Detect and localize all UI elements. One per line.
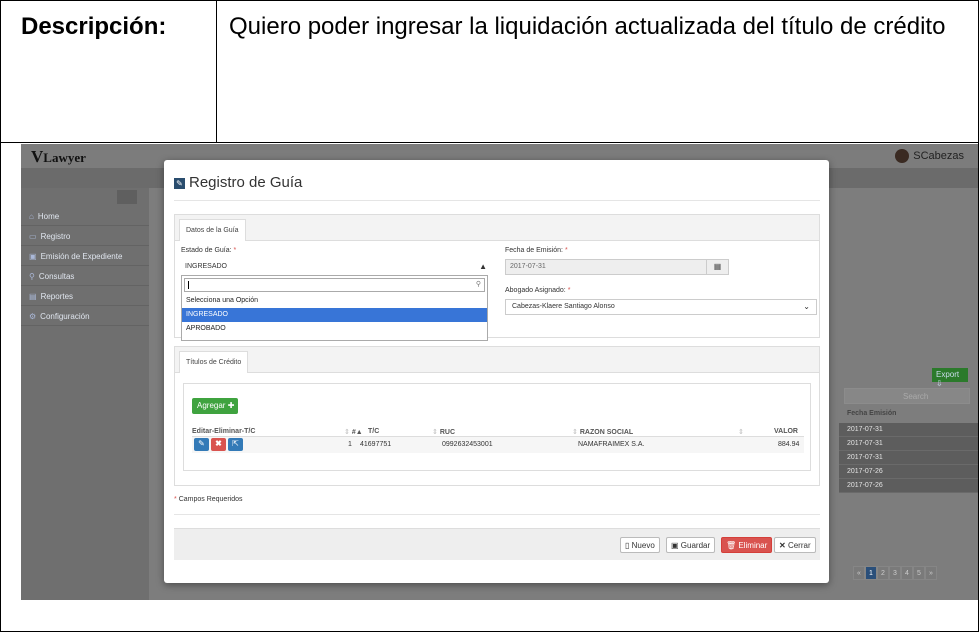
description-label: Descripción: <box>1 1 217 143</box>
abogado-select[interactable]: Cabezas-Klaere Santiago Alonso ⌄ <box>505 299 817 315</box>
cell-ruc: 0992632453001 <box>442 441 493 448</box>
pagination: « 1 2 3 4 5 » <box>853 566 937 580</box>
option-aprobado[interactable]: APROBADO <box>182 322 487 336</box>
modal-footer: ▯ Nuevo ▣ Guardar 🗑 Eliminar ✕ Cerrar <box>174 528 820 560</box>
table-search-input[interactable]: Search <box>844 388 970 404</box>
table-cell: 2017-07-31 <box>839 451 978 465</box>
user-menu[interactable]: SCabezas <box>895 149 964 163</box>
col-ruc[interactable]: ⇕ RUC <box>432 428 455 436</box>
keyboard-icon: ▭ <box>29 232 37 241</box>
campos-requeridos-note: * Campos Requeridos <box>174 496 243 503</box>
fecha-emision-input[interactable]: 2017-07-31 <box>505 259 707 275</box>
id-card-icon: ▣ <box>29 252 37 261</box>
page-prev[interactable]: « <box>853 566 865 580</box>
estado-select[interactable]: INGRESADO ▲ <box>181 259 493 275</box>
titulos-table-box: Agregar ✚ Editar-Eliminar-T/C ⇕ #▲ T/C ⇕ R… <box>183 383 811 471</box>
cell-razon-social: NAMAFRAIMEX S.A. <box>578 441 645 448</box>
search-icon: ⚲ <box>475 281 481 288</box>
sidebar-item-configuracion[interactable]: ⚙ Configuración <box>21 306 149 326</box>
trash-icon: 🗑 <box>726 541 737 550</box>
close-icon: ✕ <box>779 541 786 550</box>
document-table: Descripción: Quiero poder ingresar la li… <box>0 0 979 632</box>
text-cursor <box>188 281 189 289</box>
plus-icon: ✚ <box>227 401 235 410</box>
file-icon: ▯ <box>625 541 630 550</box>
titulos-credito-panel: Títulos de Crédito Agregar ✚ Editar-Elim… <box>174 346 820 486</box>
abogado-label: Abogado Asignado: * <box>505 287 571 294</box>
modal-title: ✎ Registro de Guía <box>174 174 302 191</box>
option-selecciona[interactable]: Selecciona una Opción <box>182 294 487 308</box>
calendar-icon[interactable]: ▦ <box>707 259 729 275</box>
tab-datos-guia[interactable]: Datos de la Guía <box>179 219 246 241</box>
col-editar[interactable]: Editar-Eliminar-T/C <box>192 428 255 435</box>
estado-label: Estado de Guía: * <box>181 247 237 254</box>
home-icon: ⌂ <box>29 212 34 221</box>
save-icon: ▣ <box>671 541 679 550</box>
cell-num: 1 <box>348 441 352 448</box>
sidebar: ⌂ Home ▭ Registro ▣ Emisión de Expediente ⚲… <box>21 188 149 600</box>
user-name: SCabezas <box>913 150 964 162</box>
col-valor[interactable]: ⇕ <box>738 428 746 436</box>
fecha-emision-header[interactable]: Fecha Emisión <box>839 410 978 422</box>
search-icon: ⚲ <box>29 272 35 281</box>
divider <box>174 200 820 201</box>
open-tc-button[interactable]: ⇱ <box>228 438 243 451</box>
tabs-strip: Títulos de Crédito <box>175 347 819 373</box>
edit-icon: ✎ <box>174 178 185 189</box>
chevron-up-icon: ▲ <box>479 262 487 271</box>
sidebar-toggle[interactable] <box>117 190 137 204</box>
table-row <box>192 437 804 453</box>
sidebar-item-emision[interactable]: ▣ Emisión de Expediente <box>21 246 149 266</box>
app-logo: VLawyer <box>31 147 86 166</box>
description-value: Quiero poder ingresar la liquidación act… <box>229 13 946 40</box>
col-razon-social[interactable]: ⇕ RAZON SOCIAL <box>572 428 633 436</box>
col-valor-label[interactable]: VALOR <box>774 428 798 435</box>
gear-icon: ⚙ <box>29 312 37 321</box>
option-ingresado[interactable]: INGRESADO <box>182 308 487 322</box>
avatar <box>895 149 910 163</box>
eliminar-button[interactable]: 🗑 Eliminar <box>721 537 773 553</box>
description-row: Descripción: Quiero poder ingresar la li… <box>1 1 978 143</box>
sidebar-item-reportes[interactable]: ▤ Reportes <box>21 286 149 306</box>
col-num[interactable]: ⇕ #▲ <box>344 428 363 436</box>
report-icon: ▤ <box>29 292 37 301</box>
page-3[interactable]: 3 <box>889 566 901 580</box>
tabs-strip: Datos de la Guía <box>175 215 819 241</box>
col-tc[interactable]: T/C <box>368 428 379 435</box>
edit-row-button[interactable]: ✎ <box>194 438 209 451</box>
table-cell: 2017-07-26 <box>839 479 978 493</box>
nuevo-button[interactable]: ▯ Nuevo <box>620 537 660 553</box>
cerrar-button[interactable]: ✕ Cerrar <box>774 537 816 553</box>
sidebar-item-registro[interactable]: ▭ Registro <box>21 226 149 246</box>
page-4[interactable]: 4 <box>901 566 913 580</box>
table-cell: 2017-07-26 <box>839 465 978 479</box>
delete-row-button[interactable]: ✖ <box>211 438 226 451</box>
chevron-down-icon: ⌄ <box>803 302 810 311</box>
page-1[interactable]: 1 <box>865 566 877 580</box>
dropdown-search-input[interactable]: ⚲ <box>184 278 485 292</box>
cell-tc: 41697751 <box>360 441 392 448</box>
page-next[interactable]: » <box>925 566 937 580</box>
app-screenshot: VLawyer SCabezas ⌂ Home ▭ Registro ▣ Emisió… <box>21 144 978 600</box>
guardar-button[interactable]: ▣ Guardar <box>666 537 716 553</box>
export-button[interactable]: Export ⇩ <box>932 368 968 388</box>
sidebar-item-home[interactable]: ⌂ Home <box>21 206 149 226</box>
cell-valor: 884.94 <box>778 441 800 448</box>
page-2[interactable]: 2 <box>877 566 889 580</box>
registro-guia-modal: ✎ Registro de Guía Datos de la Guía Estad… <box>164 160 829 583</box>
divider <box>174 514 820 515</box>
page-5[interactable]: 5 <box>913 566 925 580</box>
table-cell: 2017-07-31 <box>839 437 978 451</box>
datos-guia-panel: Datos de la Guía Estado de Guía: * INGRE… <box>174 214 820 341</box>
tab-titulos-credito[interactable]: Títulos de Crédito <box>179 351 249 373</box>
estado-dropdown: ⚲ Selecciona una Opción INGRESADO APROBA… <box>181 275 488 341</box>
agregar-button[interactable]: Agregar ✚ <box>192 398 238 414</box>
sidebar-item-consultas[interactable]: ⚲ Consultas <box>21 266 149 286</box>
table-cell: 2017-07-31 <box>839 423 978 437</box>
fecha-label: Fecha de Emisión: * <box>505 247 568 254</box>
